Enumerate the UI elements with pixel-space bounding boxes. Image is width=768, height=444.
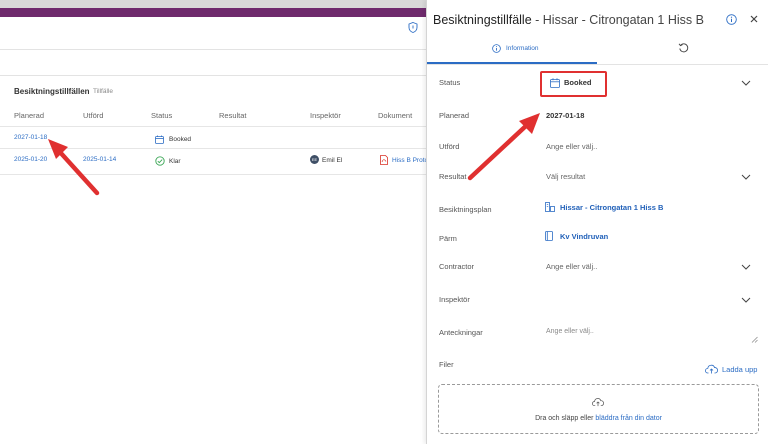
annotation-arrows [48, 113, 540, 196]
annotation-arrow-left [48, 139, 100, 196]
annotation-arrow-right [467, 113, 540, 181]
